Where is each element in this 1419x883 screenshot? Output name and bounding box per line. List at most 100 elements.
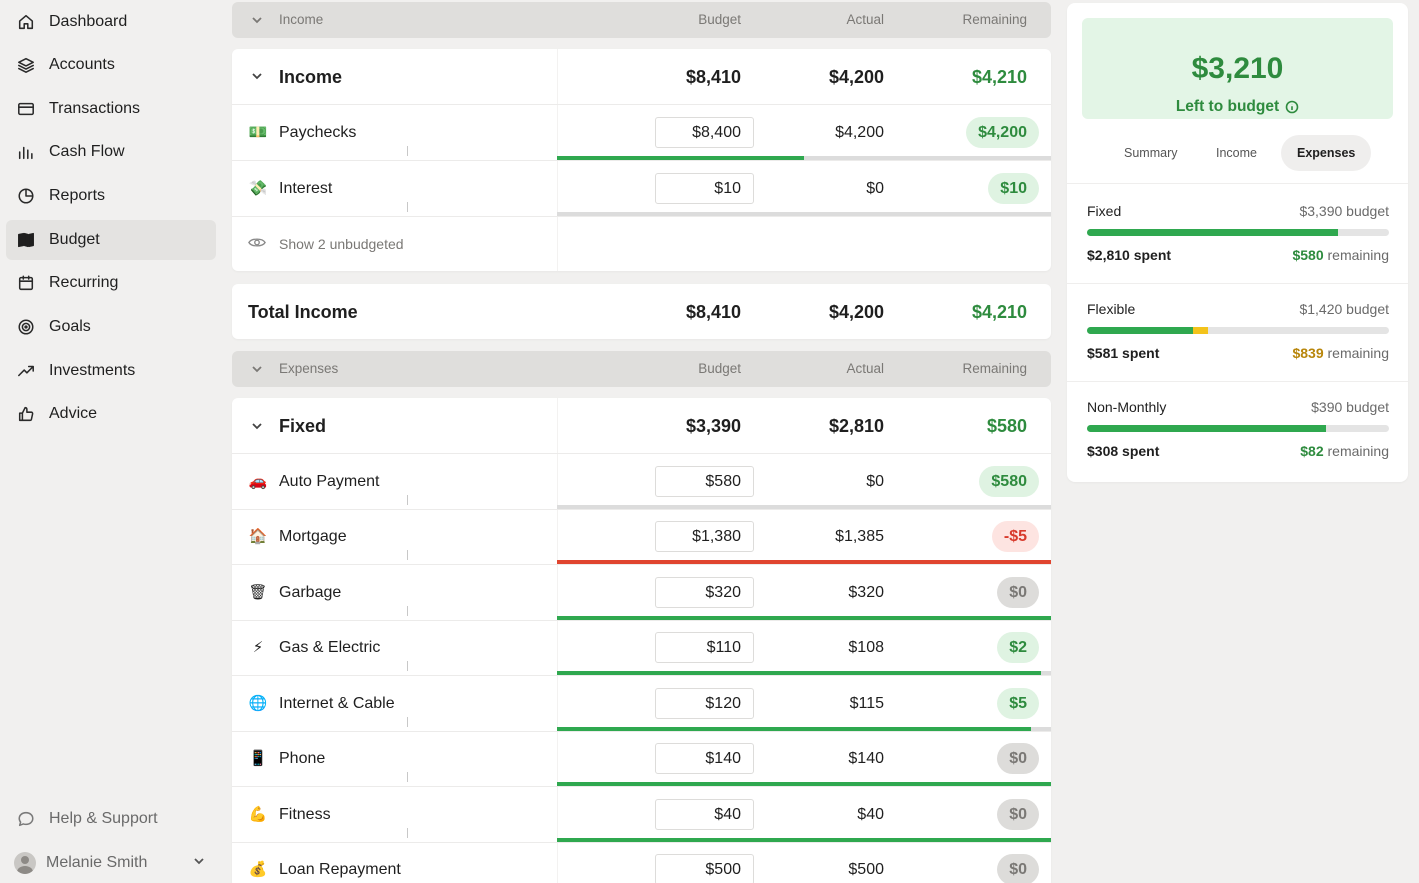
- help-support-link[interactable]: Help & Support: [6, 799, 216, 839]
- remaining-badge[interactable]: $2: [997, 632, 1039, 664]
- nav-dashboard[interactable]: Dashboard: [6, 2, 216, 42]
- category-name[interactable]: Fitness: [279, 806, 331, 824]
- nav-label: Advice: [49, 405, 98, 422]
- category-row: 🗑 Garbage $320 $320 $0: [232, 565, 1051, 621]
- remaining-word: remaining: [1327, 345, 1389, 361]
- category-name[interactable]: Internet & Cable: [279, 695, 395, 713]
- tab-summary[interactable]: Summary: [1108, 135, 1193, 171]
- nav-label: Cash Flow: [49, 143, 125, 160]
- remaining-badge[interactable]: $0: [997, 576, 1039, 608]
- category-name[interactable]: Auto Payment: [279, 473, 380, 491]
- budget-amount-input[interactable]: $40: [655, 798, 754, 830]
- column-header-actual: Actual: [846, 12, 884, 27]
- remaining-badge[interactable]: -$5: [991, 521, 1039, 553]
- progress-bar: [557, 504, 1051, 509]
- category-emoji-icon: 💵: [248, 124, 268, 141]
- chevron-down-icon[interactable]: [250, 362, 264, 379]
- category-name[interactable]: Mortgage: [279, 528, 347, 546]
- nav-label: Investments: [49, 362, 136, 379]
- help-label: Help & Support: [49, 810, 158, 827]
- budget-amount-input[interactable]: $1,380: [655, 521, 754, 553]
- nav-investments[interactable]: Investments: [6, 351, 216, 391]
- progress-bar-fill: [557, 560, 1051, 564]
- remaining-badge[interactable]: $5: [997, 687, 1039, 719]
- remaining-badge[interactable]: $0: [997, 798, 1039, 830]
- nav-recurring[interactable]: Recurring: [6, 263, 216, 303]
- summary-group-non-monthly[interactable]: Non-Monthly $390 budget $308 spent $82 rema…: [1087, 399, 1389, 469]
- tab-expenses[interactable]: Expenses: [1281, 135, 1372, 171]
- nav-transactions[interactable]: Transactions: [6, 89, 216, 129]
- remaining-word: remaining: [1327, 247, 1389, 263]
- user-menu[interactable]: Melanie Smith: [14, 846, 214, 880]
- category-name[interactable]: Interest: [279, 180, 332, 198]
- nav-goals[interactable]: Goals: [6, 307, 216, 347]
- total-income-budget: $8,410: [685, 302, 741, 322]
- group-title: Income: [279, 67, 343, 87]
- budget-amount-input[interactable]: $120: [655, 687, 754, 719]
- category-row: 💸 Interest $10 $0 $10: [232, 161, 1051, 217]
- progress-tick: [407, 661, 408, 671]
- remaining-amount: $839: [1292, 345, 1324, 361]
- layers-icon: [16, 55, 36, 75]
- chevron-down-icon[interactable]: [250, 419, 264, 438]
- nav-accounts[interactable]: Accounts: [6, 45, 216, 85]
- remaining-badge[interactable]: $0: [997, 854, 1039, 883]
- group-actual: $2,810: [828, 416, 884, 436]
- category-name[interactable]: Gas & Electric: [279, 639, 380, 657]
- nav-budget[interactable]: Budget: [6, 220, 216, 260]
- nav-reports[interactable]: Reports: [6, 176, 216, 216]
- remaining-badge[interactable]: $10: [988, 173, 1039, 204]
- budget-amount-input[interactable]: $10: [655, 173, 754, 204]
- budget-amount-input[interactable]: $110: [655, 632, 754, 664]
- category-name[interactable]: Loan Repayment: [279, 861, 401, 879]
- show-unbudgeted-row[interactable]: Show 2 unbudgeted: [232, 216, 1051, 271]
- expenses-section-header: Expenses Budget Actual Remaining: [232, 351, 1051, 387]
- category-row: ⚡ Gas & Electric $110 $108 $2: [232, 621, 1051, 676]
- category-row: 🏠 Mortgage $1,380 $1,385 -$5: [232, 510, 1051, 565]
- progress-bar: [557, 560, 1051, 564]
- calendar-icon: [16, 273, 36, 293]
- category-name[interactable]: Phone: [279, 750, 325, 768]
- remaining-badge[interactable]: $580: [979, 465, 1039, 497]
- summary-group-remaining: $82 remaining: [1300, 443, 1389, 459]
- category-name[interactable]: Garbage: [279, 584, 341, 602]
- category-name[interactable]: Paychecks: [279, 124, 356, 142]
- info-icon[interactable]: [1285, 100, 1299, 114]
- tab-income[interactable]: Income: [1200, 135, 1273, 171]
- summary-group-fixed[interactable]: Fixed $3,390 budget $2,810 spent $580 remai…: [1087, 203, 1389, 273]
- actual-amount: $40: [857, 805, 884, 823]
- nav-label: Transactions: [49, 100, 140, 117]
- remaining-amount: $580: [1292, 247, 1324, 263]
- budget-amount-input[interactable]: $580: [655, 465, 754, 497]
- budget-amount-input[interactable]: $140: [655, 743, 754, 775]
- summary-group-name: Non-Monthly: [1087, 399, 1167, 415]
- eye-icon: [248, 236, 266, 254]
- chevron-down-icon[interactable]: [250, 69, 264, 88]
- budget-amount-input[interactable]: $500: [655, 854, 754, 883]
- chevron-down-icon[interactable]: [250, 13, 264, 30]
- thumbs-up-icon: [16, 404, 36, 424]
- left-to-budget-label-row: Left to budget: [1082, 98, 1393, 116]
- divider: [1067, 381, 1408, 382]
- progress-bar: [557, 726, 1051, 731]
- category-row: 🚗 Auto Payment $580 $0 $580: [232, 454, 1051, 510]
- summary-group-flexible[interactable]: Flexible $1,420 budget $581 spent $839 rema…: [1087, 301, 1389, 371]
- progress-bar-fill: [557, 726, 1032, 731]
- remaining-badge[interactable]: $4,200: [966, 117, 1039, 148]
- target-icon: [16, 317, 36, 337]
- map-icon: [16, 230, 36, 250]
- nav-cash-flow[interactable]: Cash Flow: [6, 132, 216, 172]
- nav-advice[interactable]: Advice: [6, 394, 216, 434]
- section-title: Income: [279, 12, 324, 27]
- progress-tick: [407, 772, 408, 782]
- category-row: 💵 Paychecks $8,400 $4,200 $4,200: [232, 105, 1051, 161]
- category-emoji-icon: 💰: [248, 861, 268, 879]
- divider: [1067, 283, 1408, 284]
- summary-group-budget: $3,390 budget: [1299, 203, 1389, 219]
- budget-amount-input[interactable]: $8,400: [655, 117, 754, 148]
- progress-tick: [407, 550, 408, 560]
- left-to-budget-box: $3,210 Left to budget: [1082, 18, 1393, 119]
- group-title: Fixed: [279, 416, 327, 436]
- remaining-badge[interactable]: $0: [997, 743, 1039, 775]
- budget-amount-input[interactable]: $320: [655, 576, 754, 608]
